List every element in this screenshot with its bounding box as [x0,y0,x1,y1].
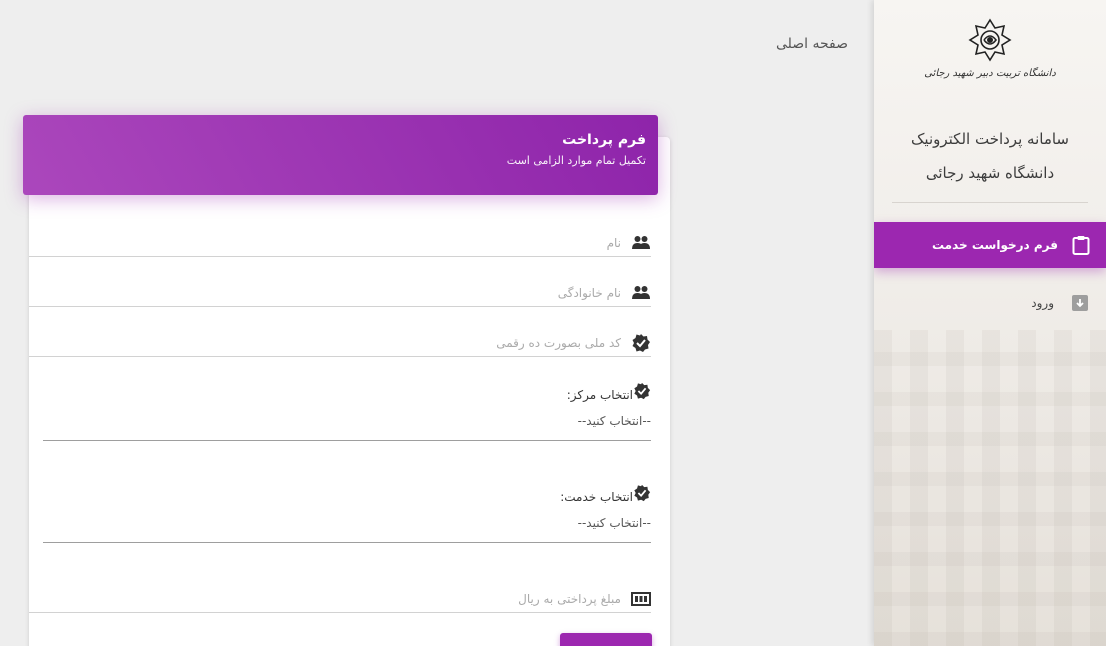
national-id-field [29,329,651,357]
last-name-input[interactable] [321,285,621,300]
submit-button[interactable] [560,633,652,646]
university-logo[interactable]: دانشگاه تربیت دبیر شهید رجائی [874,18,1106,79]
login-icon [1072,295,1088,311]
logo-caption: دانشگاه تربیت دبیر شهید رجائی [924,68,1056,79]
sidebar-background-image [874,330,1106,646]
university-emblem-icon [968,18,1012,62]
system-title-line2: دانشگاه شهید رجائی [925,164,1055,182]
sidebar: دانشگاه تربیت دبیر شهید رجائی سامانه پرد… [874,0,1106,646]
service-select-label: انتخاب خدمت: [43,484,651,504]
system-title: سامانه پرداخت الکترونیک دانشگاه شهید رجا… [874,122,1106,190]
verified-badge-icon [634,382,651,400]
sidebar-divider [892,202,1088,203]
center-select[interactable]: انتخاب مرکز: --انتخاب کنید-- [43,382,651,441]
sidebar-item-login[interactable]: ورود [874,290,1106,316]
amount-field [29,585,651,613]
form-title: فرم پرداخت [562,132,646,148]
form-subtitle: تکمیل تمام موارد الزامی است [506,154,646,167]
center-label-text: انتخاب مرکز: [566,388,633,402]
last-name-field [29,279,651,307]
sidebar-item-label: فرم درخواست خدمت [931,238,1058,252]
people-icon [632,285,650,299]
amount-input[interactable] [321,591,621,606]
verified-badge-icon [632,333,650,352]
money-counter-icon [631,591,651,606]
clipboard-icon [1072,236,1090,255]
first-name-field [29,229,651,257]
system-title-line1: سامانه پرداخت الکترونیک [911,130,1069,148]
breadcrumb[interactable]: صفحه اصلی [776,36,848,52]
first-name-input[interactable] [321,235,621,250]
sidebar-item-label: ورود [1031,296,1054,310]
payment-form-header: فرم پرداخت تکمیل تمام موارد الزامی است [23,115,658,195]
verified-badge-icon [634,484,651,502]
center-select-value[interactable]: --انتخاب کنید-- [43,414,651,441]
service-select[interactable]: انتخاب خدمت: --انتخاب کنید-- [43,484,651,543]
center-select-label: انتخاب مرکز: [43,382,651,402]
service-label-text: انتخاب خدمت: [560,490,633,504]
service-select-value[interactable]: --انتخاب کنید-- [43,516,651,543]
sidebar-item-service-request[interactable]: فرم درخواست خدمت [874,222,1106,268]
people-icon [632,235,650,249]
national-id-input[interactable] [321,335,621,350]
